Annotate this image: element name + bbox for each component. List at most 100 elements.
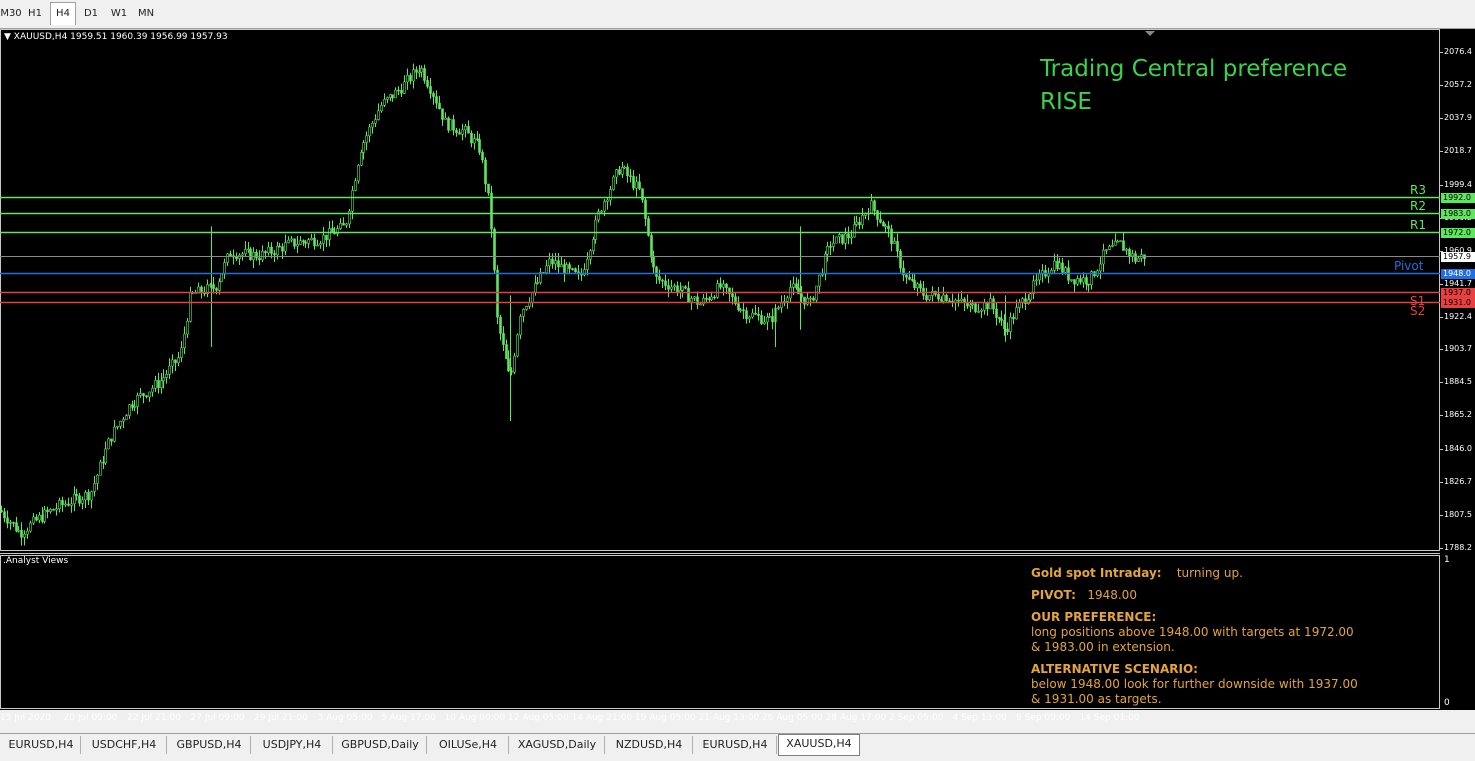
candle <box>1047 267 1050 284</box>
chart-area[interactable]: ▼ XAUUSD,H4 1959.51 1960.39 1956.99 1957… <box>0 29 1475 723</box>
price-scale-label: 2076.4 <box>1444 47 1472 56</box>
price-scale-label: 2037.9 <box>1444 113 1472 123</box>
candle <box>1085 274 1088 291</box>
candle <box>934 290 937 297</box>
candle <box>957 293 960 307</box>
candle <box>380 101 383 113</box>
candle <box>829 241 832 256</box>
candle <box>853 216 856 238</box>
candle <box>734 292 737 306</box>
candle <box>844 227 847 250</box>
tab-xauusd-h4[interactable]: XAUUSD,H4 <box>778 734 860 756</box>
candle <box>316 239 319 247</box>
candle <box>6 510 9 529</box>
candle <box>493 227 496 274</box>
timeframe-h4-button[interactable]: H4 <box>50 2 76 25</box>
tab-usdchf-h4[interactable]: USDCHF,H4 <box>82 736 167 754</box>
timeframe-d1-button[interactable]: D1 <box>80 3 102 24</box>
candle <box>1035 274 1038 286</box>
candle <box>52 508 55 511</box>
timeframe-w1-button[interactable]: W1 <box>108 3 130 24</box>
candle <box>174 359 177 372</box>
candle <box>223 258 226 279</box>
candle <box>632 170 635 191</box>
candle <box>38 512 41 524</box>
price-scale-label: 1788.2 <box>1444 543 1472 552</box>
candle <box>220 273 223 283</box>
collapse-triangle-icon[interactable]: ▼ <box>4 32 11 42</box>
candle <box>882 220 885 227</box>
candle <box>571 267 574 271</box>
candle <box>383 93 386 108</box>
tab-usdjpy-h4[interactable]: USDJPY,H4 <box>252 736 333 754</box>
tab-eurusd-h4[interactable]: EURUSD,H4 <box>2 736 81 754</box>
tab-gbpusd-h4[interactable]: GBPUSD,H4 <box>168 736 251 754</box>
candle <box>432 91 435 105</box>
candle <box>296 235 299 254</box>
subwindow-scale-top: 1 <box>1444 555 1450 565</box>
candle <box>1067 260 1070 284</box>
tab-xagusd-daily[interactable]: XAGUSD,Daily <box>510 736 605 754</box>
candle <box>287 236 290 244</box>
tab-oiluse-h4[interactable]: OILUSe,H4 <box>428 736 509 754</box>
candle <box>641 188 644 203</box>
candle <box>258 250 261 266</box>
candle <box>397 86 400 96</box>
candle <box>133 399 136 412</box>
candle <box>1125 247 1128 255</box>
tab-nzdusd-h4[interactable]: NZDUSD,H4 <box>606 736 693 754</box>
candle <box>893 237 896 244</box>
candle <box>290 235 293 243</box>
candle <box>1111 239 1114 248</box>
candle <box>1073 279 1076 293</box>
candle <box>1006 322 1009 336</box>
candle <box>548 252 551 274</box>
candle <box>995 302 998 326</box>
candle <box>351 185 354 220</box>
timeframe-m30-button[interactable]: M30 <box>0 3 22 24</box>
candle <box>1079 274 1082 285</box>
candle <box>832 234 835 252</box>
date-axis-label: 4 Sep 13:00 <box>952 713 1007 723</box>
candle <box>409 72 412 85</box>
candle <box>455 127 458 137</box>
candle <box>667 278 670 298</box>
candle <box>568 262 571 275</box>
candle <box>1102 243 1105 272</box>
candle <box>499 314 502 341</box>
candle <box>1093 271 1096 278</box>
candle <box>754 305 757 316</box>
price-scale-label: 1846.0 <box>1444 443 1472 453</box>
timeframe-h1-button[interactable]: H1 <box>24 3 46 24</box>
candle <box>449 119 452 131</box>
candle <box>612 175 615 191</box>
candle <box>400 83 403 97</box>
candle <box>815 285 818 304</box>
candle <box>565 262 568 275</box>
timeframe-mn-button[interactable]: MN <box>134 3 158 24</box>
candle <box>531 291 534 308</box>
date-axis-label: 10 Aug 00:00 <box>444 713 506 723</box>
candle <box>122 416 125 429</box>
candle <box>357 163 360 184</box>
candle <box>983 298 986 315</box>
candle <box>809 296 812 307</box>
tab-gbpusd-daily[interactable]: GBPUSD,Daily <box>334 736 427 754</box>
candle <box>313 233 316 250</box>
candle <box>406 68 409 90</box>
tab-eurusd-h4-2[interactable]: EURUSD,H4 <box>694 736 777 754</box>
candle <box>560 256 563 267</box>
candle <box>29 520 32 533</box>
candle <box>771 308 774 330</box>
candle <box>922 280 925 300</box>
level-label-r1: R1 <box>1410 217 1426 232</box>
candle <box>818 274 821 294</box>
candle <box>331 220 334 233</box>
candle <box>264 250 267 259</box>
candle <box>319 240 322 249</box>
candle <box>629 168 632 183</box>
candle <box>64 500 67 507</box>
candle <box>322 226 325 252</box>
date-axis-label: 28 Aug 17:00 <box>825 713 887 723</box>
date-axis-label: 20 Jul 09:00 <box>63 713 118 723</box>
